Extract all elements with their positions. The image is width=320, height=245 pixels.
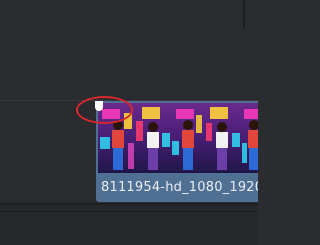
timeline-editor: 8111954-hd_1080_1920	[0, 0, 258, 245]
clip-handle-icon[interactable]	[95, 101, 103, 111]
timeline-scrollbar[interactable]	[0, 205, 258, 245]
panel-divider	[243, 0, 245, 28]
scrollbar-divider	[0, 211, 258, 212]
timeline-track-area[interactable]: 8111954-hd_1080_1920	[0, 0, 258, 205]
video-thumbnail-icon	[98, 103, 258, 173]
clip-name-label: 8111954-hd_1080_1920	[101, 180, 258, 195]
clip-thumbnail-frames	[98, 103, 258, 173]
video-clip[interactable]: 8111954-hd_1080_1920	[96, 101, 258, 202]
